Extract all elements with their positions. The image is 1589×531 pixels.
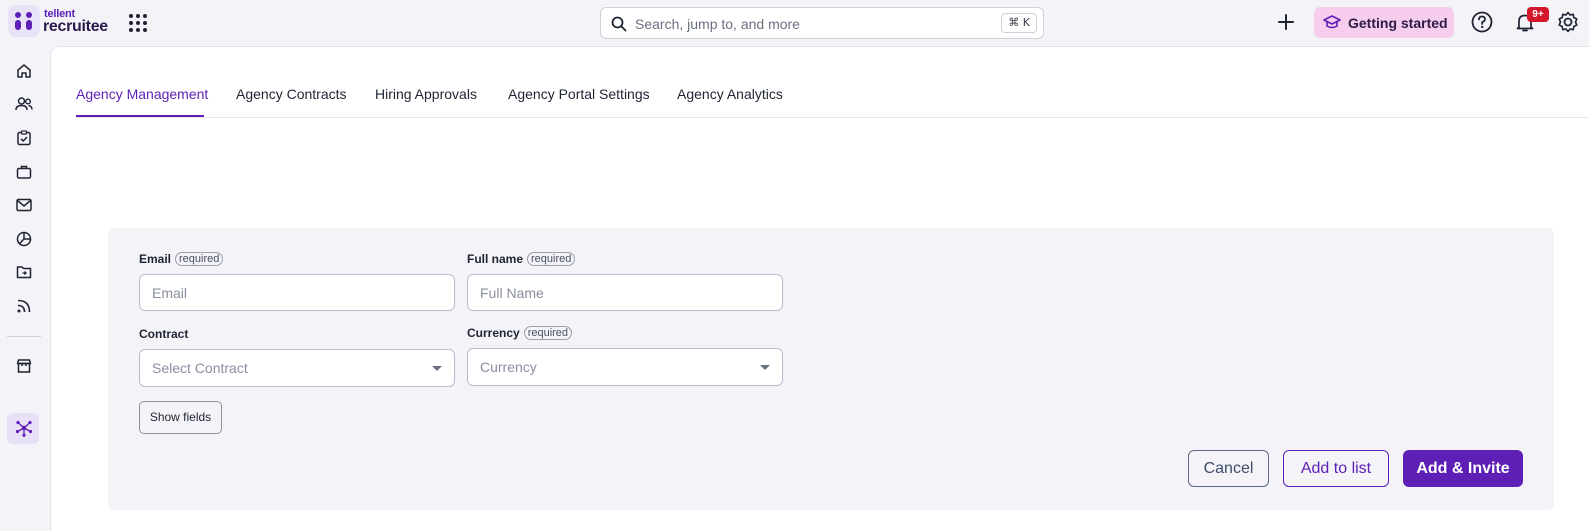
people-icon [15, 97, 33, 111]
contract-label: Contract [139, 327, 189, 341]
required-badge: required [523, 326, 573, 340]
chevron-down-icon [432, 366, 442, 371]
sidebar-item-mailbox[interactable] [12, 193, 36, 217]
contract-select[interactable]: Select Contract [139, 349, 455, 387]
currency-placeholder: Currency [480, 359, 537, 375]
currency-label: Currency required [467, 326, 573, 340]
notification-badge: 9+ [1527, 7, 1549, 22]
show-fields-button[interactable]: Show fields [139, 401, 222, 434]
graduation-cap-icon [1323, 15, 1341, 36]
folder-icon [16, 266, 32, 279]
required-badge: required [527, 252, 576, 266]
tab-hiring-approvals[interactable]: Hiring Approvals [375, 86, 477, 102]
required-badge: required [175, 252, 224, 266]
sidebar-item-tasks[interactable] [12, 126, 36, 150]
sidebar-divider [7, 336, 41, 337]
logo[interactable] [8, 5, 40, 37]
create-plus-icon[interactable] [1276, 12, 1296, 32]
email-placeholder: Email [152, 285, 188, 301]
rss-icon [17, 299, 31, 313]
network-icon [15, 420, 33, 437]
main-content: Agency Management Agency Contracts Hirin… [50, 46, 1589, 531]
brand-name: recruitee [43, 18, 108, 35]
tab-agency-portal-settings[interactable]: Agency Portal Settings [508, 86, 650, 102]
search-input[interactable]: Search, jump to, and more ⌘ K [600, 7, 1044, 39]
sidebar-item-jobs[interactable] [12, 160, 36, 184]
tab-agency-management[interactable]: Agency Management [76, 86, 208, 102]
tab-agency-contracts[interactable]: Agency Contracts [236, 86, 347, 102]
search-placeholder: Search, jump to, and more [635, 16, 800, 32]
sidebar-item-reports[interactable] [12, 227, 36, 251]
add-and-invite-button[interactable]: Add & Invite [1403, 450, 1523, 487]
clipboard-check-icon [17, 130, 31, 146]
getting-started-button[interactable]: Getting started [1314, 7, 1454, 38]
apps-grid-icon[interactable] [128, 13, 148, 33]
sidebar-item-candidates[interactable] [12, 92, 36, 116]
settings-gear-icon[interactable] [1557, 11, 1579, 33]
add-to-list-button[interactable]: Add to list [1283, 450, 1389, 487]
sidebar-item-agencies[interactable] [12, 416, 36, 440]
active-tab-indicator [76, 115, 204, 117]
tab-agency-analytics[interactable]: Agency Analytics [677, 86, 783, 102]
email-label: Email required [139, 252, 224, 266]
email-field[interactable]: Email [139, 274, 455, 311]
pie-chart-icon [16, 231, 32, 247]
add-agency-form: Email required Email Full name required Fu… [108, 228, 1554, 510]
store-icon [16, 359, 32, 373]
home-icon [17, 64, 31, 78]
sidebar-item-feed[interactable] [12, 294, 36, 318]
sidebar-item-files[interactable] [12, 260, 36, 284]
getting-started-label: Getting started [1348, 15, 1448, 31]
sidebar [0, 46, 50, 531]
full-name-label: Full name required [467, 252, 576, 266]
full-name-label-text: Full name [467, 252, 524, 266]
chevron-down-icon [760, 365, 770, 370]
search-icon [611, 16, 627, 37]
sidebar-item-home[interactable] [12, 59, 36, 83]
contract-placeholder: Select Contract [152, 360, 248, 376]
top-bar: tellent recruitee Search, jump to, and m… [0, 0, 1589, 46]
mail-icon [16, 198, 32, 212]
briefcase-icon [16, 165, 32, 179]
full-name-placeholder: Full Name [480, 285, 544, 301]
search-shortcut: ⌘ K [1001, 13, 1037, 33]
full-name-field[interactable]: Full Name [467, 274, 783, 311]
currency-label-text: Currency [467, 326, 520, 340]
tab-bar: Agency Management Agency Contracts Hirin… [75, 72, 1589, 118]
email-label-text: Email [139, 252, 172, 266]
cancel-button[interactable]: Cancel [1188, 450, 1269, 487]
currency-select[interactable]: Currency [467, 348, 783, 386]
sidebar-item-marketplace[interactable] [12, 354, 36, 378]
help-icon[interactable] [1471, 11, 1493, 33]
